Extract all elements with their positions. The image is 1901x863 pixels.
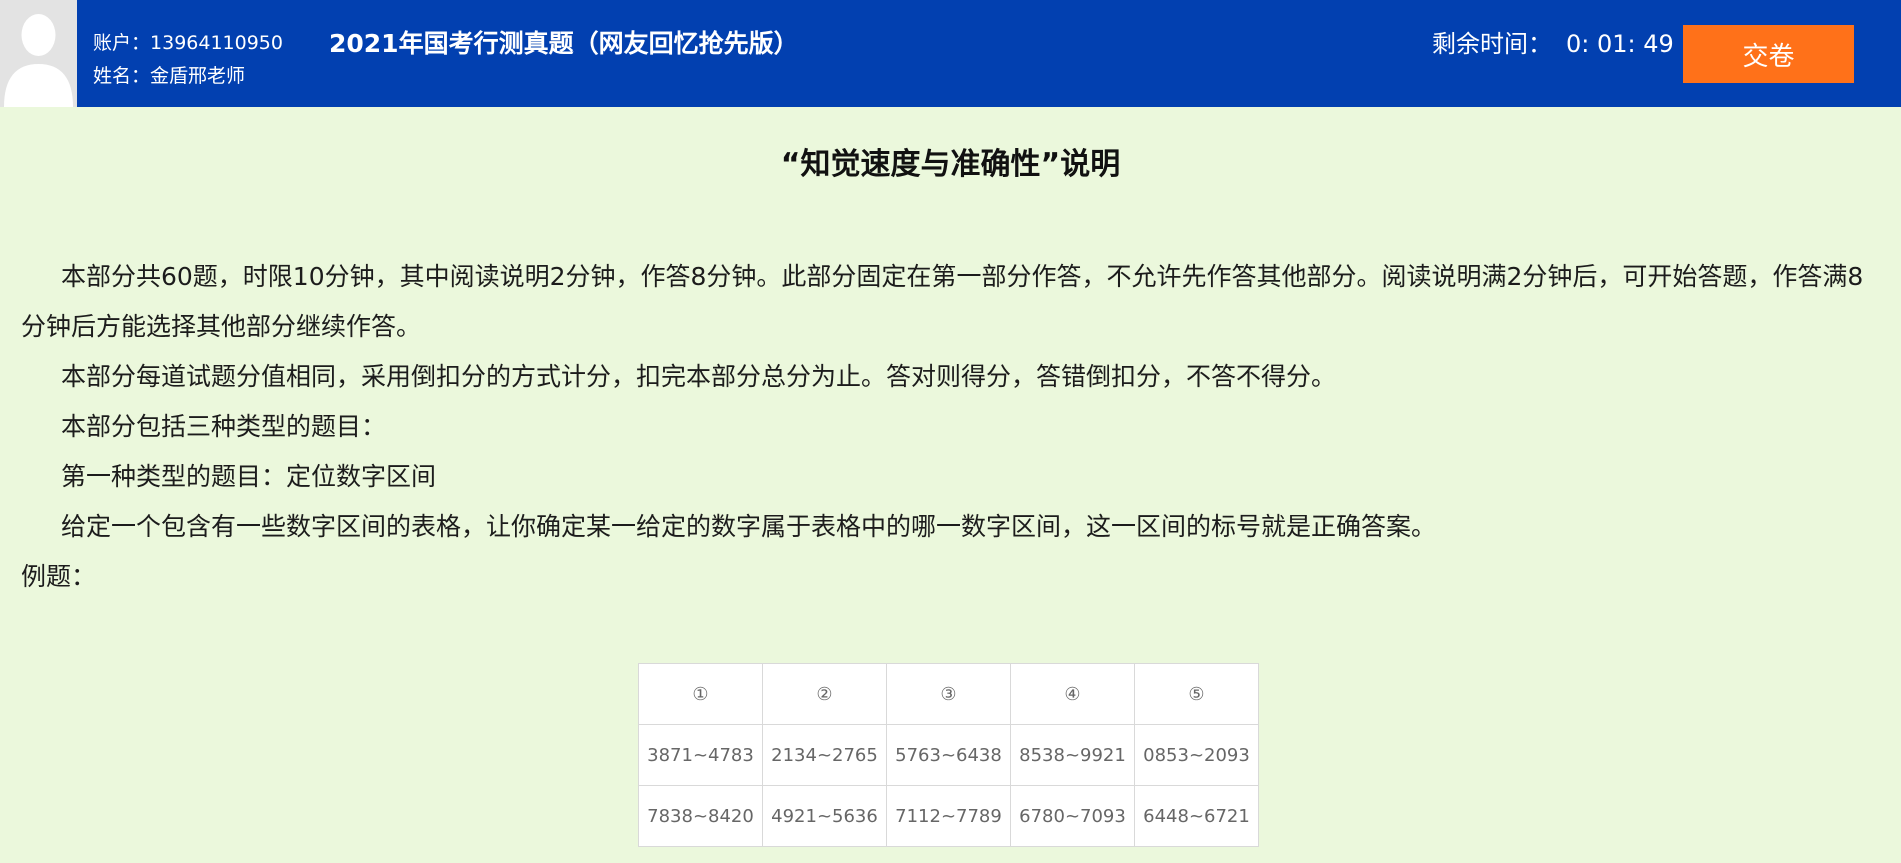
table-header-cell: ⑤ — [1134, 663, 1259, 725]
table-cell: 6448~6721 — [1134, 785, 1259, 847]
name-label: 姓名： — [93, 65, 151, 87]
timer-value: 0: 01: 49 — [1566, 30, 1674, 58]
table-header-cell: ④ — [1010, 663, 1135, 725]
table-cell: 4921~5636 — [762, 785, 887, 847]
instruction-paragraph: 本部分包括三种类型的题目： — [61, 412, 387, 441]
top-bar: 账户：13964110950 姓名：金盾邢老师 2021年国考行测真题（网友回忆… — [0, 0, 1901, 107]
section-title: “知觉速度与准确性”说明 — [780, 147, 1121, 182]
instruction-paragraph: 给定一个包含有一些数字区间的表格，让你确定某一给定的数字属于表格中的哪一数字区间… — [61, 512, 1437, 541]
user-name: 金盾邢老师 — [150, 65, 246, 87]
table-cell: 2134~2765 — [762, 724, 887, 786]
table-cell: 7112~7789 — [886, 785, 1011, 847]
table-cell: 8538~9921 — [1010, 724, 1135, 786]
table-header-row: ① ② ③ ④ ⑤ — [638, 663, 1259, 725]
table-cell: 5763~6438 — [886, 724, 1011, 786]
table-row: 7838~8420 4921~5636 7112~7789 6780~7093 … — [638, 785, 1259, 847]
account-info: 账户：13964110950 姓名：金盾邢老师 — [93, 27, 283, 93]
account-label: 账户： — [93, 32, 151, 54]
exam-title: 2021年国考行测真题（网友回忆抢先版） — [329, 29, 799, 58]
table-cell: 6780~7093 — [1010, 785, 1135, 847]
example-label: 例题： — [21, 562, 97, 591]
instructions: 本部分共60题，时限10分钟，其中阅读说明2分钟，作答8分钟。此部分固定在第一部… — [21, 252, 1881, 602]
instruction-paragraph: 本部分每道试题分值相同，采用倒扣分的方式计分，扣完本部分总分为止。答对则得分，答… — [61, 362, 1337, 391]
table-header-cell: ① — [638, 663, 763, 725]
account-number: 13964110950 — [150, 32, 283, 54]
instruction-paragraph: 本部分共60题，时限10分钟，其中阅读说明2分钟，作答8分钟。此部分固定在第一部… — [21, 262, 1864, 341]
table-header-cell: ③ — [886, 663, 1011, 725]
timer-label: 剩余时间： — [1432, 30, 1552, 58]
table-header-cell: ② — [762, 663, 887, 725]
example-table: ① ② ③ ④ ⑤ 3871~4783 2134~2765 5763~6438 … — [638, 663, 1259, 847]
avatar — [0, 0, 77, 107]
name-line: 姓名：金盾邢老师 — [93, 60, 283, 93]
submit-exam-button[interactable]: 交卷 — [1683, 25, 1854, 83]
remaining-time: 剩余时间： 0: 01: 49 — [1432, 26, 1674, 62]
table-cell: 0853~2093 — [1134, 724, 1259, 786]
table-row: 3871~4783 2134~2765 5763~6438 8538~9921 … — [638, 724, 1259, 786]
user-silhouette-icon — [4, 14, 73, 107]
table-cell: 3871~4783 — [638, 724, 763, 786]
instruction-paragraph: 第一种类型的题目：定位数字区间 — [61, 462, 437, 491]
table-cell: 7838~8420 — [638, 785, 763, 847]
account-line: 账户：13964110950 — [93, 27, 283, 60]
